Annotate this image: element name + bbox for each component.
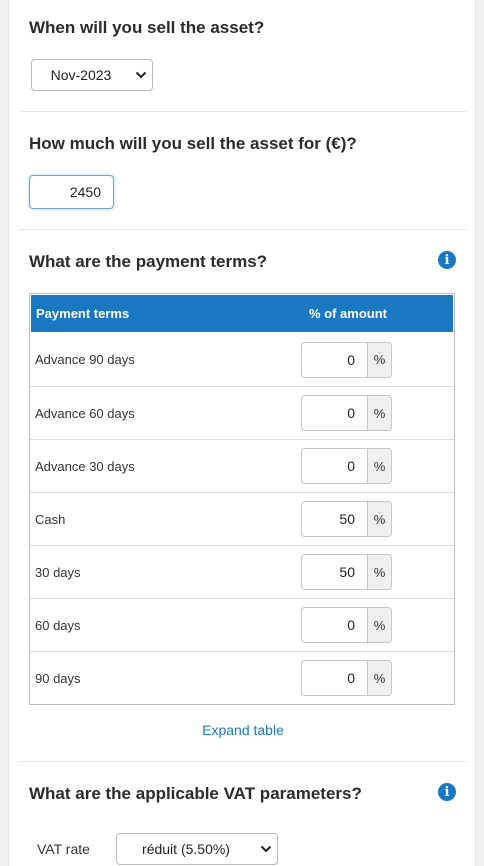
percent-unit: % <box>367 554 392 590</box>
payment-term-label: Advance 60 days <box>35 405 135 421</box>
section-divider <box>19 229 467 230</box>
percent-input-group: 50% <box>301 501 392 537</box>
header-payment-terms: Payment terms <box>36 306 130 321</box>
table-row: Advance 90 days 0% <box>30 333 454 386</box>
percent-unit: % <box>367 448 392 484</box>
percent-input-group: 0% <box>301 607 392 643</box>
percent-input[interactable]: 50 <box>301 554 367 590</box>
table-header: Payment terms % of amount <box>30 294 454 333</box>
percent-input-group: 0% <box>301 341 392 378</box>
table-row: Cash 50% <box>30 492 454 545</box>
payment-term-label: 90 days <box>35 670 81 686</box>
payment-term-label: Cash <box>35 511 66 527</box>
table-row: 60 days 0% <box>30 598 454 651</box>
percent-input[interactable]: 50 <box>301 501 367 537</box>
percent-input[interactable]: 0 <box>301 607 367 643</box>
percent-unit: % <box>367 395 392 431</box>
percent-input[interactable]: 0 <box>301 341 367 378</box>
vat-rate-selected: réduit (5.50%) <box>142 841 230 857</box>
info-icon[interactable]: i <box>438 783 456 801</box>
chevron-down-icon <box>255 845 277 853</box>
vat-rate-select[interactable]: réduit (5.50%) <box>116 833 278 865</box>
payment-term-label: 60 days <box>35 617 81 633</box>
payment-terms-table: Payment terms % of amount Advance 90 day… <box>29 293 455 705</box>
table-row: 90 days 0% <box>30 651 454 704</box>
percent-input-group: 0% <box>301 448 392 484</box>
percent-unit: % <box>367 501 392 537</box>
payment-term-label: 30 days <box>35 564 81 580</box>
sell-price-input[interactable]: 2450 <box>29 175 114 209</box>
vat-question: What are the applicable VAT parameters? <box>29 784 362 803</box>
chevron-down-icon <box>130 71 152 79</box>
sell-price-question: How much will you sell the asset for (€)… <box>29 134 357 153</box>
table-row: 30 days 50% <box>30 545 454 598</box>
payment-term-label: Advance 30 days <box>35 458 135 474</box>
percent-unit: % <box>367 607 392 643</box>
percent-input-group: 0% <box>301 395 392 431</box>
section-divider <box>19 761 467 762</box>
payment-terms-question: What are the payment terms? <box>29 252 268 271</box>
form-panel: When will you sell the asset? Nov-2023 H… <box>8 0 476 866</box>
percent-unit: % <box>367 660 392 696</box>
table-row: Advance 30 days 0% <box>30 439 454 492</box>
percent-input-group: 50% <box>301 554 392 590</box>
section-divider <box>19 111 467 112</box>
table-body: Advance 90 days 0% Advance 60 days 0% Advanc… <box>30 333 454 704</box>
sell-date-selected: Nov-2023 <box>50 67 112 83</box>
vat-rate-label: VAT rate <box>37 841 90 857</box>
header-percent-amount: % of amount <box>309 306 387 321</box>
info-icon[interactable]: i <box>438 251 456 269</box>
percent-input[interactable]: 0 <box>301 448 367 484</box>
table-row: Advance 60 days 0% <box>30 386 454 439</box>
percent-input[interactable]: 0 <box>301 660 367 696</box>
sell-date-select[interactable]: Nov-2023 <box>31 59 153 91</box>
percent-unit: % <box>367 341 392 378</box>
percent-input-group: 0% <box>301 660 392 696</box>
percent-input[interactable]: 0 <box>301 395 367 431</box>
sell-date-question: When will you sell the asset? <box>29 18 265 37</box>
payment-term-label: Advance 90 days <box>35 352 135 367</box>
expand-table-link[interactable]: Expand table <box>9 722 477 738</box>
